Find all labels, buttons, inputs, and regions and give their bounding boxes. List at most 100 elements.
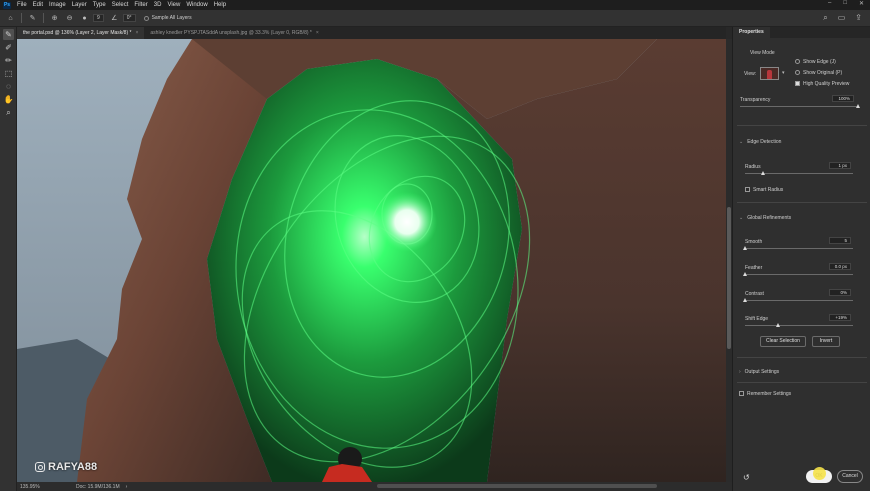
shift-edge-slider[interactable] [745, 323, 853, 327]
close-tab-icon[interactable]: × [135, 30, 138, 36]
slider-knob[interactable] [761, 171, 765, 175]
menu-image[interactable]: Image [49, 2, 66, 8]
contrast-label: Contrast [745, 291, 764, 297]
search-icon[interactable]: ⌕ [823, 13, 827, 23]
show-original-option[interactable]: Show Original (P) [795, 70, 842, 76]
smart-radius-checkbox[interactable] [745, 187, 750, 193]
divider [21, 13, 22, 23]
watermark-text: RAFYA88 [48, 461, 98, 473]
reset-icon[interactable]: ↺ [743, 473, 750, 482]
workspace-icon[interactable]: ▭ [838, 13, 846, 23]
menu-edit[interactable]: Edit [33, 2, 43, 8]
show-original-radio[interactable] [795, 70, 800, 76]
document-tabs: the portal.psd @ 136% (Layer 2, Layer Ma… [17, 27, 726, 39]
output-settings-header[interactable]: › Output Settings [739, 369, 779, 375]
menu-select[interactable]: Select [112, 2, 129, 8]
close-window-button[interactable]: ✕ [859, 0, 864, 7]
feather-slider[interactable] [743, 272, 853, 276]
minimize-button[interactable]: – [828, 0, 831, 7]
show-edge-label: Show Edge (J) [803, 59, 836, 65]
feather-value[interactable]: 0.0 px [829, 263, 851, 270]
photoshop-window: Ps File Edit Image Layer Type Select Fil… [0, 0, 870, 491]
cancel-button[interactable]: Cancel [837, 470, 863, 483]
brush-tool-icon[interactable]: ✎ [28, 14, 37, 23]
menu-view[interactable]: View [167, 2, 180, 8]
divider [43, 13, 44, 23]
smooth-slider[interactable] [743, 246, 853, 250]
smart-radius-label: Smart Radius [753, 187, 784, 193]
hand-tool-icon[interactable]: ✋ [3, 94, 14, 105]
lasso-tool-icon[interactable]: ◌ [3, 81, 14, 92]
options-right-icons: ⌕ ▭ ⇪ [823, 13, 862, 23]
menu-filter[interactable]: Filter [134, 2, 147, 8]
close-tab-icon[interactable]: × [316, 30, 319, 36]
slider-knob[interactable] [743, 272, 747, 276]
angle-icon: ∠ [111, 15, 118, 22]
tab-label: ashley knedler PYSPJTASddA unsplash.jpg … [150, 30, 312, 36]
zoom-tool-icon[interactable]: ⌕ [3, 107, 14, 118]
chevron-right-icon: › [739, 369, 741, 375]
slider-knob[interactable] [855, 104, 860, 108]
radius-value[interactable]: 1 px [829, 162, 851, 169]
menu-3d[interactable]: 3D [154, 2, 162, 8]
tab-the-portal[interactable]: the portal.psd @ 136% (Layer 2, Layer Ma… [17, 27, 145, 39]
refine-edge-brush-icon[interactable]: ✐ [3, 42, 14, 53]
menu-help[interactable]: Help [214, 2, 226, 8]
radius-slider[interactable] [745, 171, 853, 175]
high-quality-checkbox[interactable] [795, 81, 800, 87]
object-selection-tool-icon[interactable]: ⬚ [3, 68, 14, 79]
smooth-value[interactable]: 5 [829, 237, 851, 244]
add-mode-icon[interactable]: ⊕ [50, 14, 59, 23]
horizontal-scrollbar[interactable] [377, 484, 657, 488]
menu-file[interactable]: File [17, 2, 27, 8]
high-quality-label: High Quality Preview [803, 81, 850, 87]
smart-radius-option[interactable]: Smart Radius [745, 187, 783, 193]
divider [737, 202, 867, 203]
invert-button[interactable]: Invert [812, 336, 840, 347]
share-icon[interactable]: ⇪ [855, 13, 862, 23]
divider [737, 357, 867, 358]
menu-layer[interactable]: Layer [72, 2, 87, 8]
chevron-down-icon[interactable]: ▾ [782, 70, 785, 76]
contrast-value[interactable]: 0% [829, 289, 851, 296]
edge-detection-header[interactable]: ⌄ Edge Detection [739, 139, 781, 145]
subtract-mode-icon[interactable]: ⊖ [65, 14, 74, 23]
transparency-value[interactable]: 100% [832, 95, 854, 102]
transparency-slider[interactable] [740, 104, 860, 108]
scrollbar-thumb[interactable] [727, 207, 731, 349]
window-controls: – □ ✕ [828, 0, 864, 7]
show-edge-radio[interactable] [795, 59, 800, 65]
tab-ashley-knedler[interactable]: ashley knedler PYSPJTASddA unsplash.jpg … [144, 27, 324, 39]
shift-edge-value[interactable]: +19% [829, 314, 851, 321]
menu-type[interactable]: Type [93, 2, 106, 8]
ok-button[interactable]: OK [806, 467, 832, 483]
angle-field[interactable]: 0° [122, 14, 136, 22]
contrast-slider[interactable] [743, 298, 853, 302]
shift-edge-label: Shift Edge [745, 316, 769, 322]
menu-window[interactable]: Window [186, 2, 207, 8]
clear-selection-button[interactable]: Clear Selection [760, 336, 806, 347]
document-canvas[interactable]: RAFYA88 [17, 39, 726, 482]
status-menu-arrow[interactable]: › [126, 484, 128, 490]
global-refinements-header[interactable]: ⌄ Global Refinements [739, 215, 791, 221]
home-icon[interactable]: ⌂ [6, 14, 15, 23]
tab-properties[interactable]: Properties [733, 27, 770, 38]
brush-tool-icon[interactable]: ✏ [3, 55, 14, 66]
slider-knob[interactable] [743, 246, 747, 250]
slider-knob[interactable] [776, 323, 780, 327]
brush-preset-icon[interactable]: ● [80, 14, 89, 23]
maximize-button[interactable]: □ [843, 0, 847, 7]
remember-settings-option[interactable]: Remember Settings [739, 391, 791, 397]
zoom-level[interactable]: 135.95% [20, 484, 46, 490]
feather-label: Feather [745, 265, 763, 271]
quick-selection-tool-icon[interactable]: ✎ [3, 29, 14, 40]
brush-size-field[interactable]: 9 [93, 14, 104, 22]
view-mode-label: View Mode [750, 50, 775, 56]
high-quality-option[interactable]: High Quality Preview [795, 81, 849, 87]
output-settings-label: Output Settings [744, 369, 780, 375]
sample-all-layers-checkbox[interactable] [143, 15, 149, 21]
view-mode-thumbnail[interactable] [760, 67, 779, 80]
slider-knob[interactable] [743, 298, 747, 302]
remember-settings-checkbox[interactable] [739, 391, 744, 397]
show-edge-option[interactable]: Show Edge (J) [795, 59, 836, 65]
